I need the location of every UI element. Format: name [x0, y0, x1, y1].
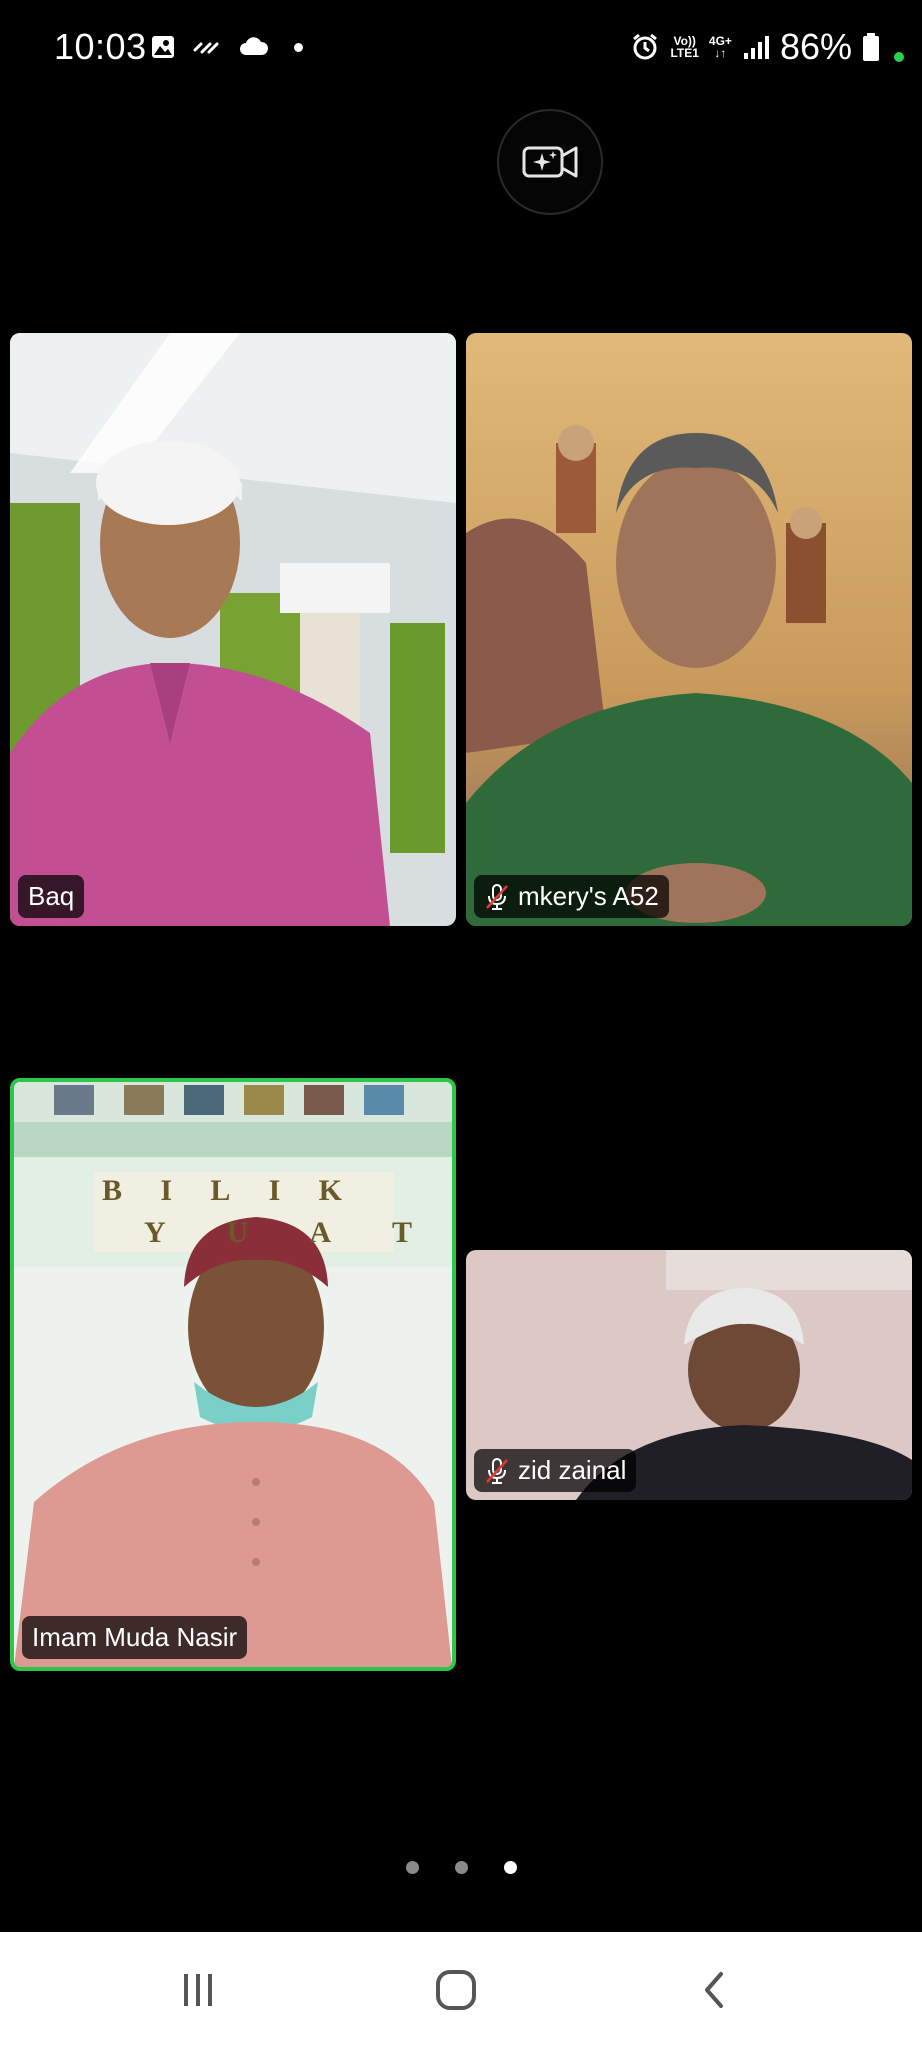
recent-apps-icon — [184, 1974, 212, 2006]
data-activity-arrows: ↓↑ — [714, 46, 727, 60]
participant-video-baq — [10, 333, 456, 926]
video-tile-mkery[interactable]: mkery's A52 — [466, 333, 912, 926]
navigation-bar — [0, 1932, 922, 2048]
back-button[interactable] — [654, 1932, 774, 2048]
gallery-icon — [152, 36, 174, 58]
poster-letter: I — [160, 1174, 173, 1207]
status-right: Vo)) LTE1 4G+ ↓↑ 86% — [630, 26, 904, 68]
volte-indicator: Vo)) LTE1 — [670, 35, 698, 59]
battery-icon — [863, 33, 879, 61]
privacy-indicator-dot — [894, 52, 904, 62]
signal-icon — [743, 36, 769, 59]
home-icon — [436, 1970, 476, 2010]
page-indicator — [0, 1861, 922, 1874]
notification-icons — [150, 34, 303, 60]
poster-letters: B I L I K Y U A T — [14, 1174, 452, 1250]
more-notifications-dot — [294, 42, 303, 52]
participant-video-mkery — [466, 333, 912, 926]
status-time: 10:03 — [54, 26, 147, 67]
poster-letter: L — [210, 1174, 231, 1207]
home-button[interactable] — [396, 1932, 516, 2048]
video-tile-baq[interactable]: Baq — [10, 333, 456, 926]
participant-name: zid zainal — [518, 1455, 627, 1485]
participant-name: Imam Muda Nasir — [32, 1622, 238, 1652]
poster-letter: B — [102, 1174, 123, 1207]
participant-name-tag: Baq — [18, 875, 85, 918]
video-tile-imam-muda-nasir[interactable]: B I L I K Y U A T Imam Muda Nasir — [10, 1078, 456, 1671]
page-dot-2[interactable] — [454, 1861, 468, 1874]
participant-video-imam-muda-nasir — [14, 1082, 452, 1667]
participant-name-tag: zid zainal — [474, 1449, 637, 1492]
cloud-icon — [240, 37, 269, 55]
participant-name: Baq — [28, 881, 75, 911]
participant-name: mkery's A52 — [518, 881, 659, 911]
video-tile-zid-zainal[interactable]: zid zainal — [466, 1250, 912, 1500]
page-dot-3-active[interactable] — [503, 1861, 517, 1874]
back-icon — [705, 1972, 723, 2008]
poster-letter: I — [268, 1174, 281, 1207]
poster-letter: U — [226, 1216, 249, 1249]
video-sparkle-icon — [522, 146, 578, 178]
recent-apps-button[interactable] — [138, 1932, 258, 2048]
battery-percent: 86% — [779, 26, 852, 67]
data-type-indicator: 4G+ ↓↑ — [709, 35, 732, 59]
poster-letter: A — [309, 1216, 331, 1249]
poster-letter: Y — [144, 1216, 166, 1249]
poster-letter: K — [318, 1174, 342, 1207]
lte-label: LTE1 — [670, 46, 699, 60]
poster-letter: T — [391, 1216, 412, 1249]
missed-call-icon — [193, 42, 219, 54]
alarm-icon — [633, 33, 658, 60]
participant-name-tag: mkery's A52 — [474, 875, 669, 918]
status-bar: 10:03 Vo)) LTE1 4G+ ↓↑ 86% — [0, 0, 922, 100]
participant-name-tag: Imam Muda Nasir — [22, 1616, 248, 1659]
page-dot-1[interactable] — [405, 1861, 419, 1874]
camera-effects-button[interactable] — [497, 109, 603, 215]
microphone-muted-icon — [486, 1457, 508, 1484]
microphone-muted-icon — [486, 883, 508, 910]
